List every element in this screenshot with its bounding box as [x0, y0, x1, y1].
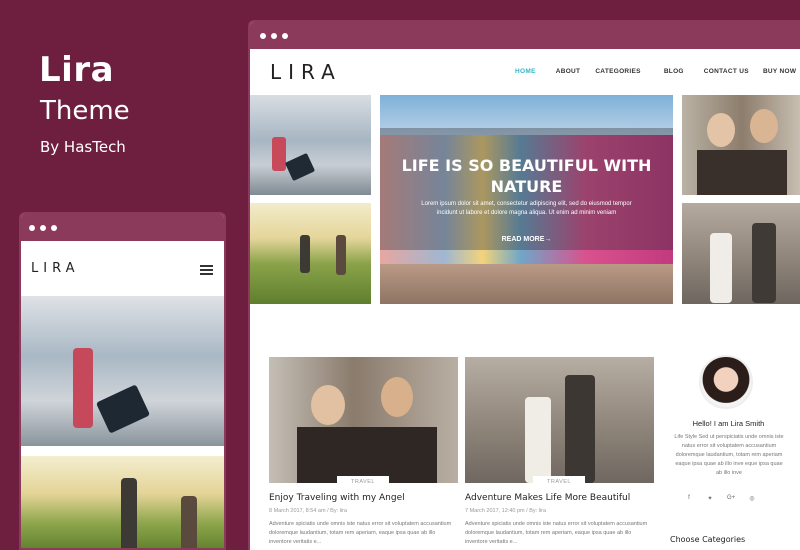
nav-item-buy-now[interactable]: BUY NOW	[763, 68, 796, 75]
nav-item-categories[interactable]: CATEGORIES	[595, 68, 641, 75]
thumb-field-image[interactable]	[250, 203, 371, 304]
post-category-tag[interactable]: TRAVEL	[337, 476, 389, 488]
post-meta: 8 March 2017, 8:54 am / By: lira	[269, 508, 347, 514]
nav-item-blog[interactable]: BLOG	[664, 68, 684, 75]
post-title[interactable]: Adventure Makes Life More Beautiful	[465, 493, 654, 503]
window-dots	[29, 224, 57, 231]
hero-title: LIFE IS SO BEAUTIFUL WITH NATURE	[401, 156, 652, 196]
mobile-logo[interactable]: LIRA	[31, 261, 79, 276]
post-image[interactable]: TRAVEL	[465, 357, 654, 488]
hero-description: Lorem ipsum dolor sit amet, consectetur …	[421, 201, 632, 216]
nav-item-contact[interactable]: CONTACT US	[704, 68, 749, 75]
hero-slide[interactable]: LIFE IS SO BEAUTIFUL WITH NATURE Lorem i…	[380, 95, 673, 304]
window-dot-icon	[29, 224, 35, 231]
post-meta: 7 March 2017, 12:40 pm / By: lira	[465, 508, 547, 514]
author-name: Hello! I am Lira Smith	[692, 419, 765, 428]
mobile-airport-image[interactable]	[21, 296, 224, 446]
window-dots	[260, 32, 288, 39]
promo-title: Lira	[39, 50, 115, 90]
mobile-field-image[interactable]	[21, 456, 224, 548]
read-more-link[interactable]: READ MORE→	[380, 236, 673, 243]
post-card[interactable]: TRAVEL Enjoy Traveling with my Angel 8 M…	[269, 357, 458, 547]
window-dot-icon	[282, 32, 288, 39]
window-dot-icon	[260, 32, 266, 39]
post-excerpt: Adventure spiciatis unde omnis iste natu…	[465, 521, 648, 545]
post-card[interactable]: TRAVEL Adventure Makes Life More Beautif…	[465, 357, 654, 547]
window-dot-icon	[51, 224, 57, 231]
instagram-icon[interactable]: ◎	[748, 495, 756, 502]
nav-item-home[interactable]: HOME	[515, 68, 536, 75]
post-excerpt: Adventure spiciatis unde omnis iste natu…	[269, 521, 452, 545]
mobile-window-bar	[21, 214, 224, 241]
categories-heading: Choose Categories	[670, 535, 746, 544]
social-links: f ✦ G+ ◎	[685, 495, 756, 502]
site-logo[interactable]: LIRA	[270, 60, 342, 84]
promo-author: By HasTech	[40, 138, 126, 156]
post-image[interactable]: TRAVEL	[269, 357, 458, 488]
post-title[interactable]: Enjoy Traveling with my Angel	[269, 493, 458, 503]
mobile-browser-frame: LIRA	[19, 212, 226, 550]
twitter-icon[interactable]: ✦	[706, 495, 714, 502]
desktop-window-bar	[250, 22, 800, 49]
facebook-icon[interactable]: f	[685, 495, 693, 502]
window-dot-icon	[271, 32, 277, 39]
mobile-header: LIRA	[21, 241, 224, 296]
promo-subtitle: Theme	[40, 96, 130, 126]
desktop-browser-frame: LIRA HOME ABOUT CATEGORIES BLOG CONTACT …	[248, 20, 800, 550]
nav-item-about[interactable]: ABOUT	[556, 68, 581, 75]
site-header: LIRA HOME ABOUT CATEGORIES BLOG CONTACT …	[250, 49, 800, 95]
main-nav: HOME ABOUT CATEGORIES BLOG CONTACT US BU…	[515, 68, 796, 75]
thumb-airport-image[interactable]	[250, 95, 371, 195]
thumb-women-image[interactable]	[682, 95, 800, 195]
hamburger-menu-icon[interactable]	[200, 265, 213, 277]
author-avatar	[699, 355, 753, 409]
hero-grid: LIFE IS SO BEAUTIFUL WITH NATURE Lorem i…	[250, 95, 800, 305]
window-dot-icon	[40, 224, 46, 231]
author-bio: Life Style Sed ut perspiciatis unde omni…	[674, 434, 784, 476]
thumb-family-image[interactable]	[682, 203, 800, 304]
post-category-tag[interactable]: TRAVEL	[533, 476, 585, 488]
google-plus-icon[interactable]: G+	[727, 495, 735, 502]
